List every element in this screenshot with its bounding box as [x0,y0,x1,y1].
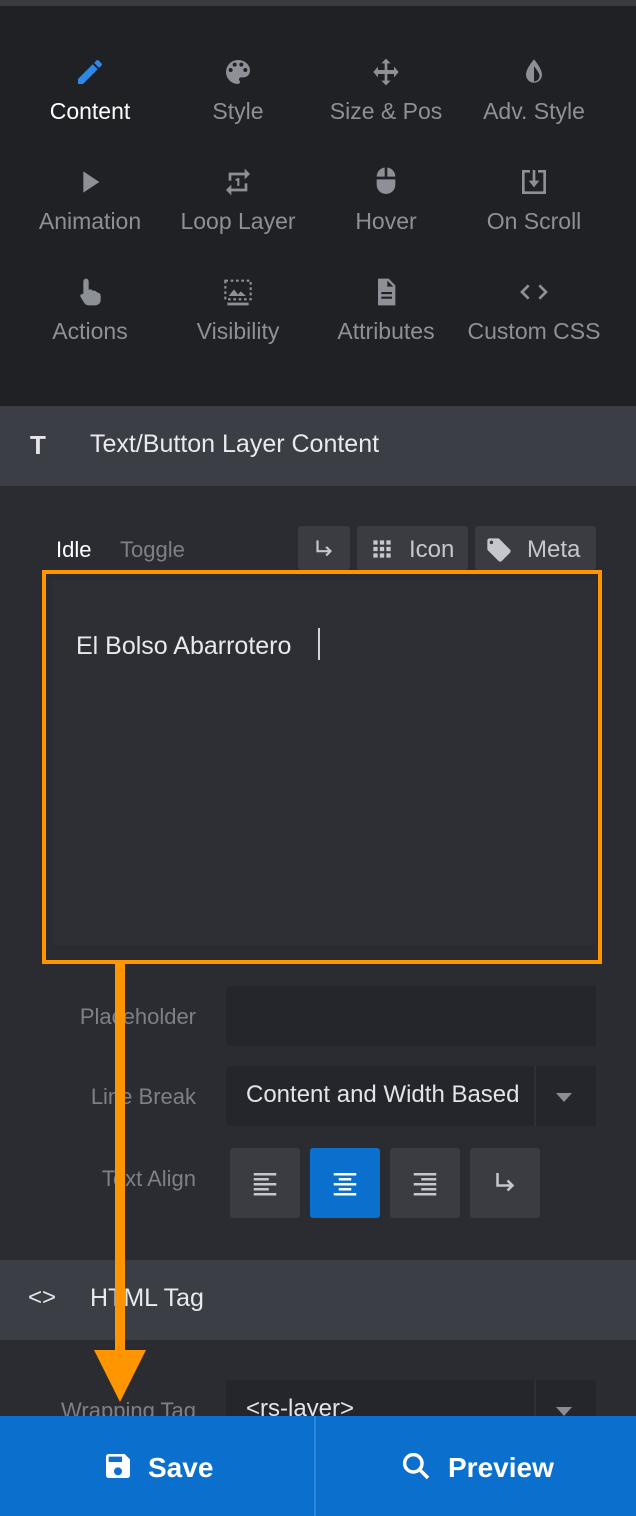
icon-button[interactable]: Icon [357,526,468,570]
html-tag-section-header[interactable]: <> HTML Tag [0,1260,636,1340]
tab-label: Attributes [337,318,435,344]
tab-label: Loop Layer [180,208,296,234]
tab-loop-layer[interactable]: Loop Layer [164,156,312,256]
highlight-box [42,570,602,964]
tab-custom-css[interactable]: Custom CSS [460,266,608,366]
placeholder-label: Placeholder [79,1004,196,1029]
mouse-icon [370,166,402,198]
tab-content[interactable]: Content [16,46,164,146]
align-inherit-button[interactable] [470,1148,540,1218]
chevron-down-icon [556,1093,572,1102]
floppy-disk-icon [106,1454,130,1478]
tab-label: Custom CSS [467,318,601,344]
grid-icon [373,540,391,558]
line-break-insert-button[interactable] [298,526,350,570]
tab-label: Content [49,98,131,124]
line-break-value: Content and Width Based [246,1081,520,1108]
tab-label: Style [212,98,264,124]
drop-icon [518,56,550,88]
mode-idle[interactable]: Idle [56,537,91,563]
layer-settings-tabs: Content Style Size & Pos Adv. Style Anim… [0,6,636,406]
tag-icon [487,538,511,562]
save-button[interactable]: Save [0,1416,314,1516]
save-label: Save [148,1452,214,1483]
select-divider [534,1066,536,1126]
meta-button[interactable]: Meta [475,526,596,570]
align-center-icon [333,1173,357,1196]
tab-label: Hover [355,208,417,234]
tab-visibility[interactable]: Visibility [164,266,312,366]
meta-button-label: Meta [527,536,581,563]
visibility-image-icon [222,276,254,308]
section-title: HTML Tag [90,1284,204,1312]
tab-size-pos[interactable]: Size & Pos [312,46,460,146]
align-right-icon [413,1173,437,1196]
text-align-label: Text Align [101,1166,196,1191]
code-icon [518,276,550,308]
tab-animation[interactable]: Animation [16,156,164,256]
code-icon: <> [28,1284,57,1311]
align-left-button[interactable] [230,1148,300,1218]
tab-style[interactable]: Style [164,46,312,146]
preview-button[interactable]: Preview [316,1416,636,1516]
pencil-icon [74,56,106,88]
tab-label: Size & Pos [329,98,443,124]
align-left-icon [253,1173,277,1196]
text-icon: T [30,430,46,460]
line-break-label: Line Break [90,1084,196,1109]
tab-label: Visibility [196,318,280,344]
align-right-button[interactable] [390,1148,460,1218]
move-arrows-icon [370,56,402,88]
annotation-arrow-shaft [115,964,125,1362]
tab-hover[interactable]: Hover [312,156,460,256]
tab-adv-style[interactable]: Adv. Style [460,46,608,146]
tab-label: On Scroll [486,208,582,234]
return-arrow-icon [316,540,333,557]
line-break-select[interactable]: Content and Width Based [226,1066,596,1126]
search-icon [402,1452,430,1480]
content-section-header[interactable]: T Text/Button Layer Content [0,406,636,486]
tab-on-scroll[interactable]: On Scroll [460,156,608,256]
play-icon [74,166,106,198]
tab-label: Actions [52,318,128,344]
placeholder-input[interactable] [226,986,596,1046]
loop-icon [222,166,254,198]
pointer-hand-icon [74,276,106,308]
scroll-download-icon [518,166,550,198]
tab-actions[interactable]: Actions [16,266,164,366]
section-title: Text/Button Layer Content [90,430,380,458]
icon-button-label: Icon [409,536,455,563]
document-icon [370,276,402,308]
return-arrow-icon [496,1173,515,1192]
align-center-button[interactable] [310,1148,380,1218]
tab-attributes[interactable]: Attributes [312,266,460,366]
footer-bar: Save Preview [0,1416,636,1516]
palette-icon [222,56,254,88]
chevron-down-icon [556,1407,572,1416]
tab-label: Adv. Style [483,98,585,124]
tab-label: Animation [38,208,142,234]
annotation-arrow-head [94,1350,146,1402]
mode-toggle[interactable]: Toggle [120,537,185,563]
preview-label: Preview [448,1452,554,1483]
